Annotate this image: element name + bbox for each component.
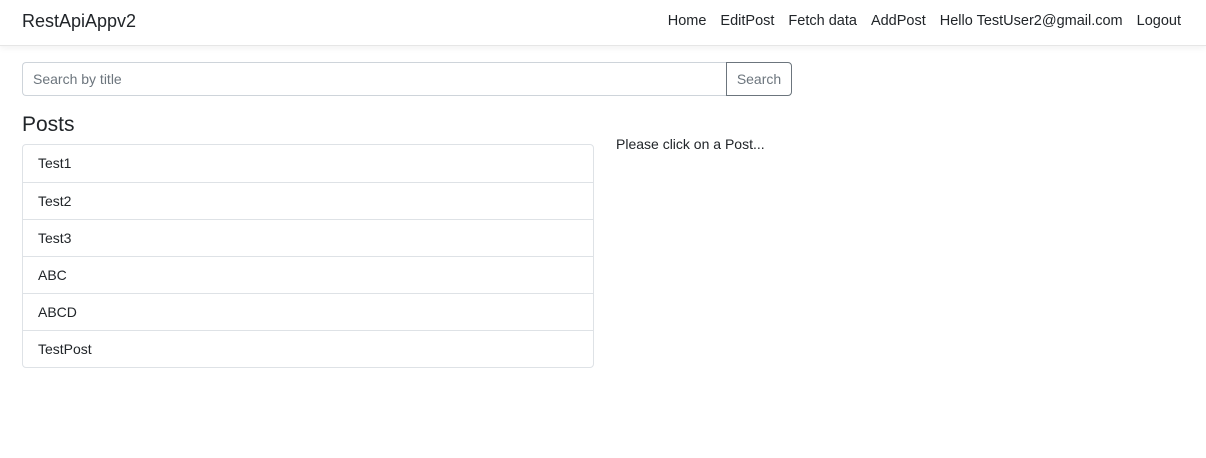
search-bar: Search bbox=[22, 62, 792, 96]
post-list: Test1 Test2 Test3 ABC ABCD TestPost bbox=[22, 144, 594, 368]
top-navbar: RestApiAppv2 Home EditPost Fetch data Ad… bbox=[0, 0, 1206, 46]
post-list-item[interactable]: ABC bbox=[23, 256, 593, 293]
search-button[interactable]: Search bbox=[726, 62, 792, 96]
post-list-item[interactable]: TestPost bbox=[23, 330, 593, 367]
nav-link-add-post[interactable]: AddPost bbox=[871, 12, 926, 30]
nav-links: Home EditPost Fetch data AddPost Hello T… bbox=[654, 12, 1181, 30]
post-list-item[interactable]: Test3 bbox=[23, 219, 593, 256]
post-detail-hint: Please click on a Post... bbox=[616, 136, 765, 152]
nav-link-home[interactable]: Home bbox=[668, 12, 707, 30]
brand-link[interactable]: RestApiAppv2 bbox=[22, 10, 136, 32]
nav-link-logout[interactable]: Logout bbox=[1137, 12, 1181, 30]
post-list-item[interactable]: Test2 bbox=[23, 182, 593, 219]
nav-link-fetch-data[interactable]: Fetch data bbox=[788, 12, 857, 30]
nav-link-edit-post[interactable]: EditPost bbox=[720, 12, 774, 30]
post-list-item[interactable]: ABCD bbox=[23, 293, 593, 330]
nav-link-user-greeting[interactable]: Hello TestUser2@gmail.com bbox=[940, 12, 1123, 30]
posts-heading: Posts bbox=[22, 113, 75, 136]
post-list-item[interactable]: Test1 bbox=[23, 145, 593, 182]
search-input[interactable] bbox=[22, 62, 726, 96]
